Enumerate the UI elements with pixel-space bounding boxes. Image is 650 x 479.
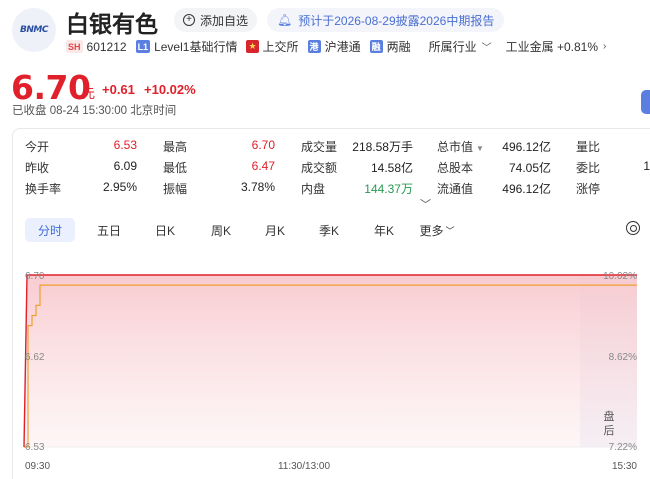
tab-weekly-k[interactable]: 周K [193,218,249,242]
stats-grid: 今开 6.53 昨收 6.09 换手率 2.95% 最高 6.70 最低 6.4… [25,137,650,197]
stat-value-total-shares: 74.05亿 [508,161,551,175]
stat-label-inner-volume: 内盘 [301,182,326,196]
stat-value-inner-volume: 144.37万 [364,182,413,196]
industry-label: 所属行业 [428,40,477,54]
plus-circle-icon: + [183,14,195,26]
tab-quarterly-k[interactable]: 季K [301,218,357,242]
y-left-tick-label: 6.53 [25,442,45,453]
stat-value-amplitude: 3.78% [240,180,275,194]
price-change: +0.61 [102,82,135,97]
expand-stats-chevron-icon[interactable]: ﹀ [420,196,431,212]
margin-label: 两融 [386,40,411,54]
stock-name: 白银有色 [66,12,158,38]
sector-link[interactable]: 工业金属 +0.81% › [506,38,607,55]
china-flag-icon: ★ [246,40,259,53]
chart-period-tabs: 分时 五日 日K 周K 月K 季K 年K 更多 ﹀ [25,218,463,242]
chevron-down-icon: ﹀ [445,225,455,236]
company-logo: BNMC [12,8,56,52]
stat-value-volume: 218.58万手 [352,140,413,154]
stat-value-high: 6.70 [251,138,275,152]
stock-code-group: SH 601212 [66,40,127,54]
stat-label-float-cap: 流通值 [437,182,474,196]
market-cap-label-text: 总市值 [437,140,474,154]
stock-meta-line: SH 601212 L1 Level1基础行情 ★ 上交所 港 沪港通 融 两融… [66,38,615,55]
x-tick-label: 09:30 [25,461,50,472]
tab-monthly-k[interactable]: 月K [249,218,301,242]
price-change-percent: +10.02% [144,82,196,97]
stat-value-prev-close: 6.09 [113,159,137,173]
stat-label-amplitude: 振幅 [163,182,188,196]
market-status: 已收盘 08-24 15:30:00 北京时间 [12,105,177,117]
y-left-tick-label: 6.62 [25,352,45,363]
stat-label-prev-close: 昨收 [25,161,50,175]
add-watchlist-button[interactable]: + 添加自选 [174,8,258,32]
y-right-tick-label: 7.22% [609,442,637,453]
side-panel-button[interactable] [641,90,650,114]
tab-more-label: 更多 [419,223,444,238]
margin-tag: 融 [369,40,383,53]
tab-intraday[interactable]: 分时 [25,218,75,242]
hk-connect-group[interactable]: 港 沪港通 [307,38,361,55]
chevron-right-icon: › [603,41,607,52]
level1-group[interactable]: L1 Level1基础行情 [135,38,238,55]
hk-label: 沪港通 [324,40,361,54]
stat-label-low: 最低 [163,161,188,175]
stat-label-order-ratio: 委比 [576,161,601,175]
stat-label-turnover: 换手率 [25,182,62,196]
after-hours-label: 盘 [604,409,615,423]
stat-label-open: 今开 [25,140,50,154]
chart-settings-icon[interactable] [626,221,640,235]
stat-label-limit-up: 涨停 [576,182,601,196]
stat-value-amount: 14.58亿 [370,161,413,175]
logo-text: BNMC [20,25,48,35]
tab-yearly-k[interactable]: 年K [357,218,411,242]
y-left-tick-label: 6.70 [25,271,45,282]
exchange-group: ★ 上交所 [246,38,299,55]
level-label: Level1基础行情 [154,40,238,54]
after-hours-label: 后 [604,424,615,437]
industry-dropdown[interactable]: 所属行业 ﹀ [429,38,492,55]
y-right-tick-label: 8.62% [609,352,637,363]
tab-more[interactable]: 更多 ﹀ [411,218,463,242]
intraday-chart: 6.70 6.62 6.53 10.02% 8.62% 7.22% 09:30 11:30/1… [0,255,650,479]
tab-five-day[interactable]: 五日 [81,218,137,242]
caret-down-icon: ▼ [476,144,484,153]
x-tick-label: 11:30/13:00 [278,461,331,472]
stat-value-order-ratio: 1 [643,159,650,173]
stat-value-market-cap: 496.12亿 [502,140,551,154]
exchange-tag: SH [66,40,83,53]
hk-tag: 港 [307,40,321,53]
price-fill-area [24,275,637,447]
level-tag: L1 [135,40,151,53]
stock-code: 601212 [86,39,127,54]
stat-label-volume-ratio: 量比 [576,140,601,154]
y-right-tick-label: 10.02% [603,271,637,282]
stat-value-float-cap: 496.12亿 [502,182,551,196]
add-watchlist-label: 添加自选 [200,13,249,28]
stat-label-volume: 成交量 [301,140,338,154]
stat-label-total-shares: 总股本 [437,161,474,175]
stat-label-high: 最高 [163,140,188,154]
report-notice[interactable]: 🔔︎ 预计于2026-08-29披露2026中期报告 [267,8,505,32]
margin-group[interactable]: 融 两融 [369,38,411,55]
x-tick-label: 15:30 [612,461,637,472]
stat-value-open: 6.53 [113,138,137,152]
intraday-chart-svg: 6.70 6.62 6.53 10.02% 8.62% 7.22% 09:30 11:30/1… [23,271,637,472]
chevron-down-icon: ﹀ [481,43,492,54]
bell-icon: 🔔︎ [277,13,293,27]
stock-header: BNMC 白银有色 + 添加自选 🔔︎ 预计于2026-08-29披露2026中… [0,0,650,60]
price-unit: 元 [82,86,96,101]
stat-value-low: 6.47 [251,159,275,173]
sector-label: 工业金属 +0.81% [505,40,598,54]
stat-value-turnover: 2.95% [102,180,137,194]
report-notice-text: 预计于2026-08-29披露2026中期报告 [298,13,495,28]
exchange-label: 上交所 [262,40,299,54]
stat-label-amount: 成交额 [301,161,338,175]
stat-label-market-cap[interactable]: 总市值 ▼ [437,138,484,155]
tab-daily-k[interactable]: 日K [137,218,193,242]
